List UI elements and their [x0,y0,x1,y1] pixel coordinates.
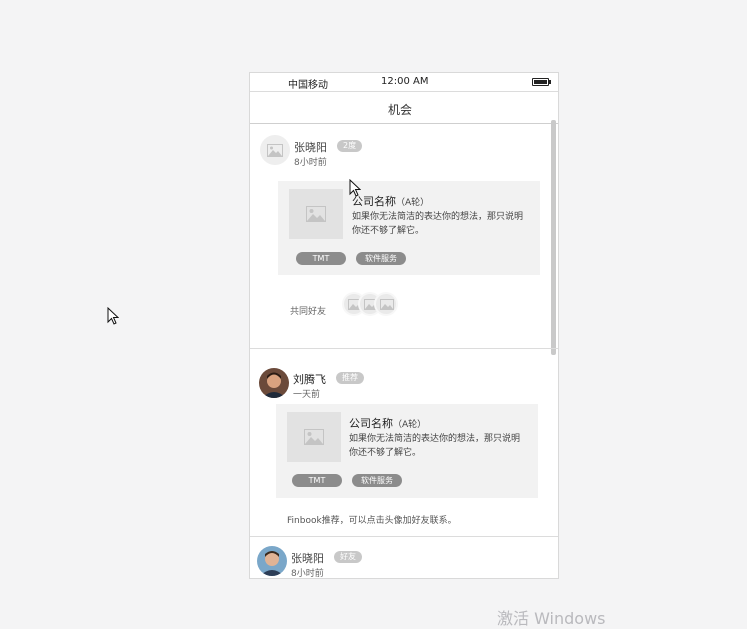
mouse-cursor-icon [107,307,119,325]
placeholder-image-icon [304,429,324,445]
recommendation-note: Finbook推荐，可以点击头像加好友联系。 [287,516,457,526]
post-time: 一天前 [293,390,321,400]
relation-badge: 好友 [334,551,362,563]
placeholder-image-icon [267,144,283,157]
avatar[interactable] [257,546,287,576]
company-description: 如果你无法简洁的表达你的想法，那只说明你还不够了解它。 [352,212,524,236]
relation-badge: 2度 [337,140,363,152]
mouse-cursor-icon [349,179,361,197]
mutual-friends-label: 共同好友 [290,307,327,317]
relation-badge: 推荐 [336,372,364,384]
clock: 12:00 AM [381,76,429,87]
avatar[interactable] [260,135,290,165]
status-bar: 中国移动 12:00 AM [250,73,558,91]
funding-round: （A轮） [396,198,430,208]
user-name[interactable]: 张晓阳 [291,550,324,566]
feed-divider [250,536,558,537]
post-time: 8小时前 [294,158,327,168]
user-name[interactable]: 张晓阳 [294,139,327,155]
user-name[interactable]: 刘腾飞 [293,371,326,387]
placeholder-image-icon [380,299,394,310]
mutual-friend-avatar[interactable] [374,292,398,316]
scrollbar[interactable] [551,120,556,355]
company-description: 如果你无法简洁的表达你的想法，那只说明你还不够了解它。 [349,434,521,458]
company-name: 公司名称（A轮） [349,417,427,430]
page-title: 机会 [387,103,412,117]
feed-divider [250,348,558,349]
tag-software-service[interactable]: 软件服务 [356,252,406,265]
phone-frame: 中国移动 12:00 AM 机会 张晓阳 2度 8小时前 公司名称（A轮） 如果… [249,72,559,579]
carrier-label: 中国移动 [288,80,328,91]
funding-round: （A轮） [393,420,427,430]
nav-bar: 机会 [250,91,558,124]
battery-icon [532,78,551,86]
company-logo [287,412,341,462]
avatar[interactable] [259,368,289,398]
tag-tmt[interactable]: TMT [292,474,342,487]
activation-watermark: 激活 Windows [497,609,606,628]
company-card[interactable]: 公司名称（A轮） 如果你无法简洁的表达你的想法，那只说明你还不够了解它。 TMT… [276,404,538,498]
user-photo-icon [257,546,287,576]
company-card[interactable]: 公司名称（A轮） 如果你无法简洁的表达你的想法，那只说明你还不够了解它。 TMT… [278,181,540,275]
user-photo-icon [259,368,289,398]
tag-tmt[interactable]: TMT [296,252,346,265]
company-name: 公司名称（A轮） [352,195,430,208]
placeholder-image-icon [306,206,326,222]
post-time: 8小时前 [291,569,324,579]
company-logo [289,189,343,239]
tag-software-service[interactable]: 软件服务 [352,474,402,487]
